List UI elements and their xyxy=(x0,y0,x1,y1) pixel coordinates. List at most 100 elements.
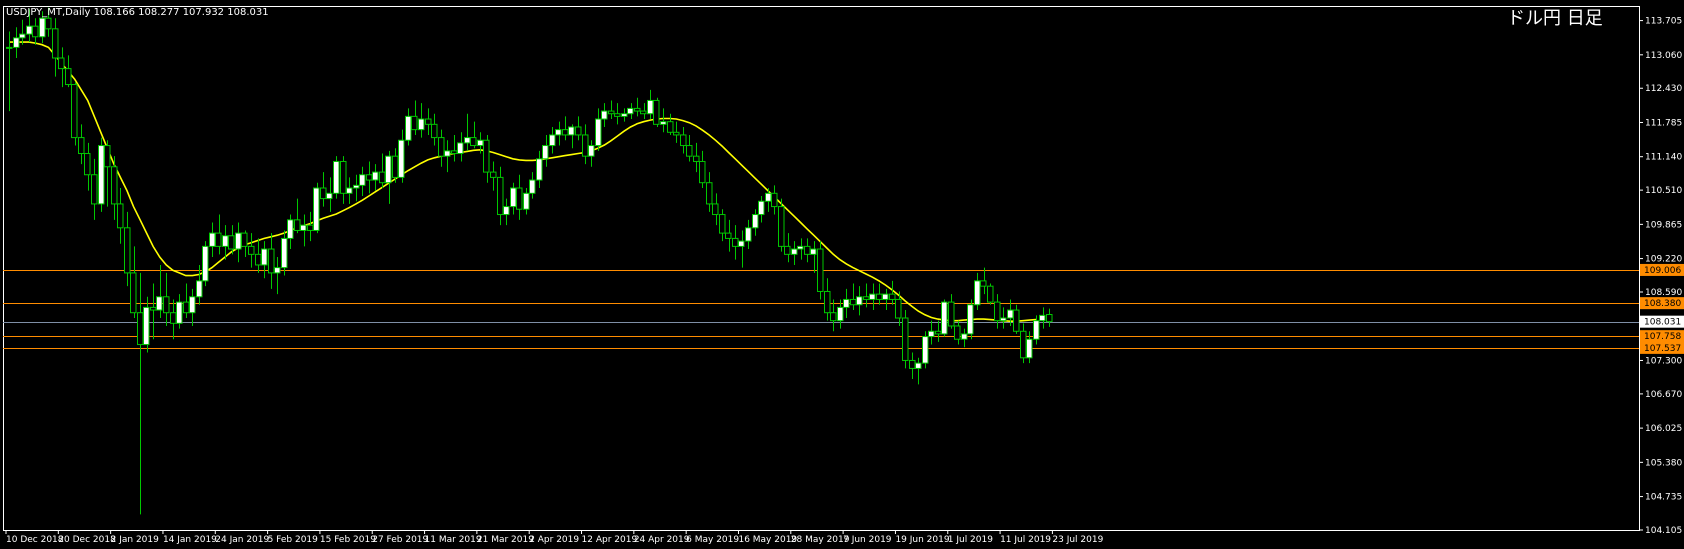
candle[interactable] xyxy=(987,283,994,305)
candle-body-bear xyxy=(425,118,432,125)
candle[interactable] xyxy=(941,299,948,337)
candle-body-bull xyxy=(1000,317,1007,322)
candle-body-bear xyxy=(817,248,824,292)
candle-body-bear xyxy=(451,150,458,155)
candle[interactable] xyxy=(333,156,340,199)
candle-body-bull xyxy=(510,187,517,208)
candle-body-bull xyxy=(418,118,425,131)
candle-body-bear xyxy=(706,182,713,205)
x-tick-label: 14 Jan 2019 xyxy=(163,535,217,545)
candle-body-bear xyxy=(909,359,916,369)
candle-body-bull xyxy=(660,121,667,125)
candle-body-bear xyxy=(771,192,778,208)
price-label-text: 107.758 xyxy=(1644,332,1681,342)
candle-body-bear xyxy=(830,312,837,322)
candle-body-bull xyxy=(601,110,608,120)
y-tick-label: 104.735 xyxy=(1645,493,1682,503)
candle-body-bear xyxy=(183,301,190,314)
candle-body-bull xyxy=(843,298,850,308)
candle-body-bull xyxy=(13,37,20,48)
candle[interactable] xyxy=(653,97,660,127)
candle-body-bear xyxy=(895,298,902,319)
x-tick-label: 1 Jul 2019 xyxy=(948,535,993,545)
price-label-resistance: 109.006 xyxy=(1640,263,1684,276)
x-tick-label: 10 Dec 2018 xyxy=(6,535,64,545)
candle-body-bull xyxy=(26,25,33,35)
y-tick-label: 104.105 xyxy=(1645,526,1682,536)
candle-body-bull xyxy=(869,293,876,300)
candle-body-bull xyxy=(555,129,562,136)
candle-body-bull xyxy=(6,46,13,49)
price-chart[interactable]: 113.705 113.060 112.430 111.785 111.140 110.5… xyxy=(0,0,1684,549)
candle-body-bear xyxy=(876,293,883,300)
candle-body-bull xyxy=(359,174,366,186)
x-tick-label: 16 May 2019 xyxy=(738,535,797,545)
y-tick-label: 111.785 xyxy=(1645,118,1682,128)
candle-body-bear xyxy=(994,301,1001,322)
candle-body-bull xyxy=(922,336,929,364)
price-label-text: 109.006 xyxy=(1644,266,1681,276)
x-tick-label: 7 Jun 2019 xyxy=(843,535,892,545)
candle-body-bear xyxy=(78,137,85,155)
candle-body-bear xyxy=(497,176,504,216)
candle[interactable] xyxy=(817,241,824,300)
candle-body-bear xyxy=(516,187,523,210)
y-tick-label: 111.140 xyxy=(1645,153,1682,163)
candle-body-bull xyxy=(810,248,817,255)
x-tick-label: 20 Dec 2018 xyxy=(58,535,116,545)
y-tick-label: 113.705 xyxy=(1645,17,1682,27)
candle-body-bull xyxy=(529,179,536,194)
candle-body-bear xyxy=(228,235,235,250)
candle[interactable] xyxy=(98,137,105,212)
x-tick-label: 24 Jan 2019 xyxy=(215,535,269,545)
candle-body-bull xyxy=(549,134,556,147)
candle[interactable] xyxy=(967,299,974,340)
candle[interactable] xyxy=(313,182,320,234)
candle-body-bear xyxy=(980,280,987,287)
candle-body-bear xyxy=(45,17,52,30)
x-tick-label: 12 Apr 2019 xyxy=(582,535,638,545)
candle-body-bear xyxy=(614,113,621,117)
candle-body-bull xyxy=(19,33,26,39)
candle-body-bull xyxy=(196,280,203,298)
y-tick-label: 109.220 xyxy=(1645,255,1682,265)
candle-body-bull xyxy=(941,301,948,335)
candle-body-bear xyxy=(725,232,732,239)
chart-title: ドル円 日足 xyxy=(1507,8,1603,29)
candle-body-bear xyxy=(124,227,131,274)
candle-body-bear xyxy=(902,317,909,361)
candle[interactable] xyxy=(778,198,785,252)
candle-body-bear xyxy=(640,110,647,115)
x-tick-label: 11 Mar 2019 xyxy=(425,535,482,545)
candle-body-bull xyxy=(523,192,530,210)
candle-body-bull xyxy=(274,267,281,274)
chart-svg[interactable]: 113.705 113.060 112.430 111.785 111.140 110.5… xyxy=(0,0,1684,549)
candle-body-bull xyxy=(791,248,798,255)
candle[interactable] xyxy=(922,331,929,369)
candle-body-bear xyxy=(1013,309,1020,332)
candle-body-bull xyxy=(398,139,405,178)
candle-body-bull xyxy=(588,145,595,157)
candle-body-bear xyxy=(784,245,791,255)
candle-body-bull xyxy=(1007,309,1014,319)
candle[interactable] xyxy=(202,241,209,287)
candle-body-bull xyxy=(758,200,765,216)
candle[interactable] xyxy=(902,310,909,369)
candle-body-bull xyxy=(745,227,752,242)
candle-body-bear xyxy=(719,214,726,234)
candle-body-bull xyxy=(326,192,333,200)
price-label-current: 108.031 xyxy=(1640,315,1684,328)
price-label-text: 107.537 xyxy=(1644,344,1681,354)
candle-body-bull xyxy=(261,248,268,266)
candle-body-bear xyxy=(804,245,811,255)
candle-body-bear xyxy=(307,224,314,231)
price-label-resistance: 108.380 xyxy=(1640,297,1684,310)
candle-body-bear xyxy=(575,126,582,136)
x-tick-label: 19 Jun 2019 xyxy=(895,535,949,545)
candle-body-bear xyxy=(562,129,569,136)
candle[interactable] xyxy=(71,81,78,146)
candle-body-bull xyxy=(961,333,968,340)
candle-body-bull xyxy=(156,296,163,311)
candle-body-bear xyxy=(634,107,641,112)
candle-body-bull xyxy=(1033,320,1040,340)
